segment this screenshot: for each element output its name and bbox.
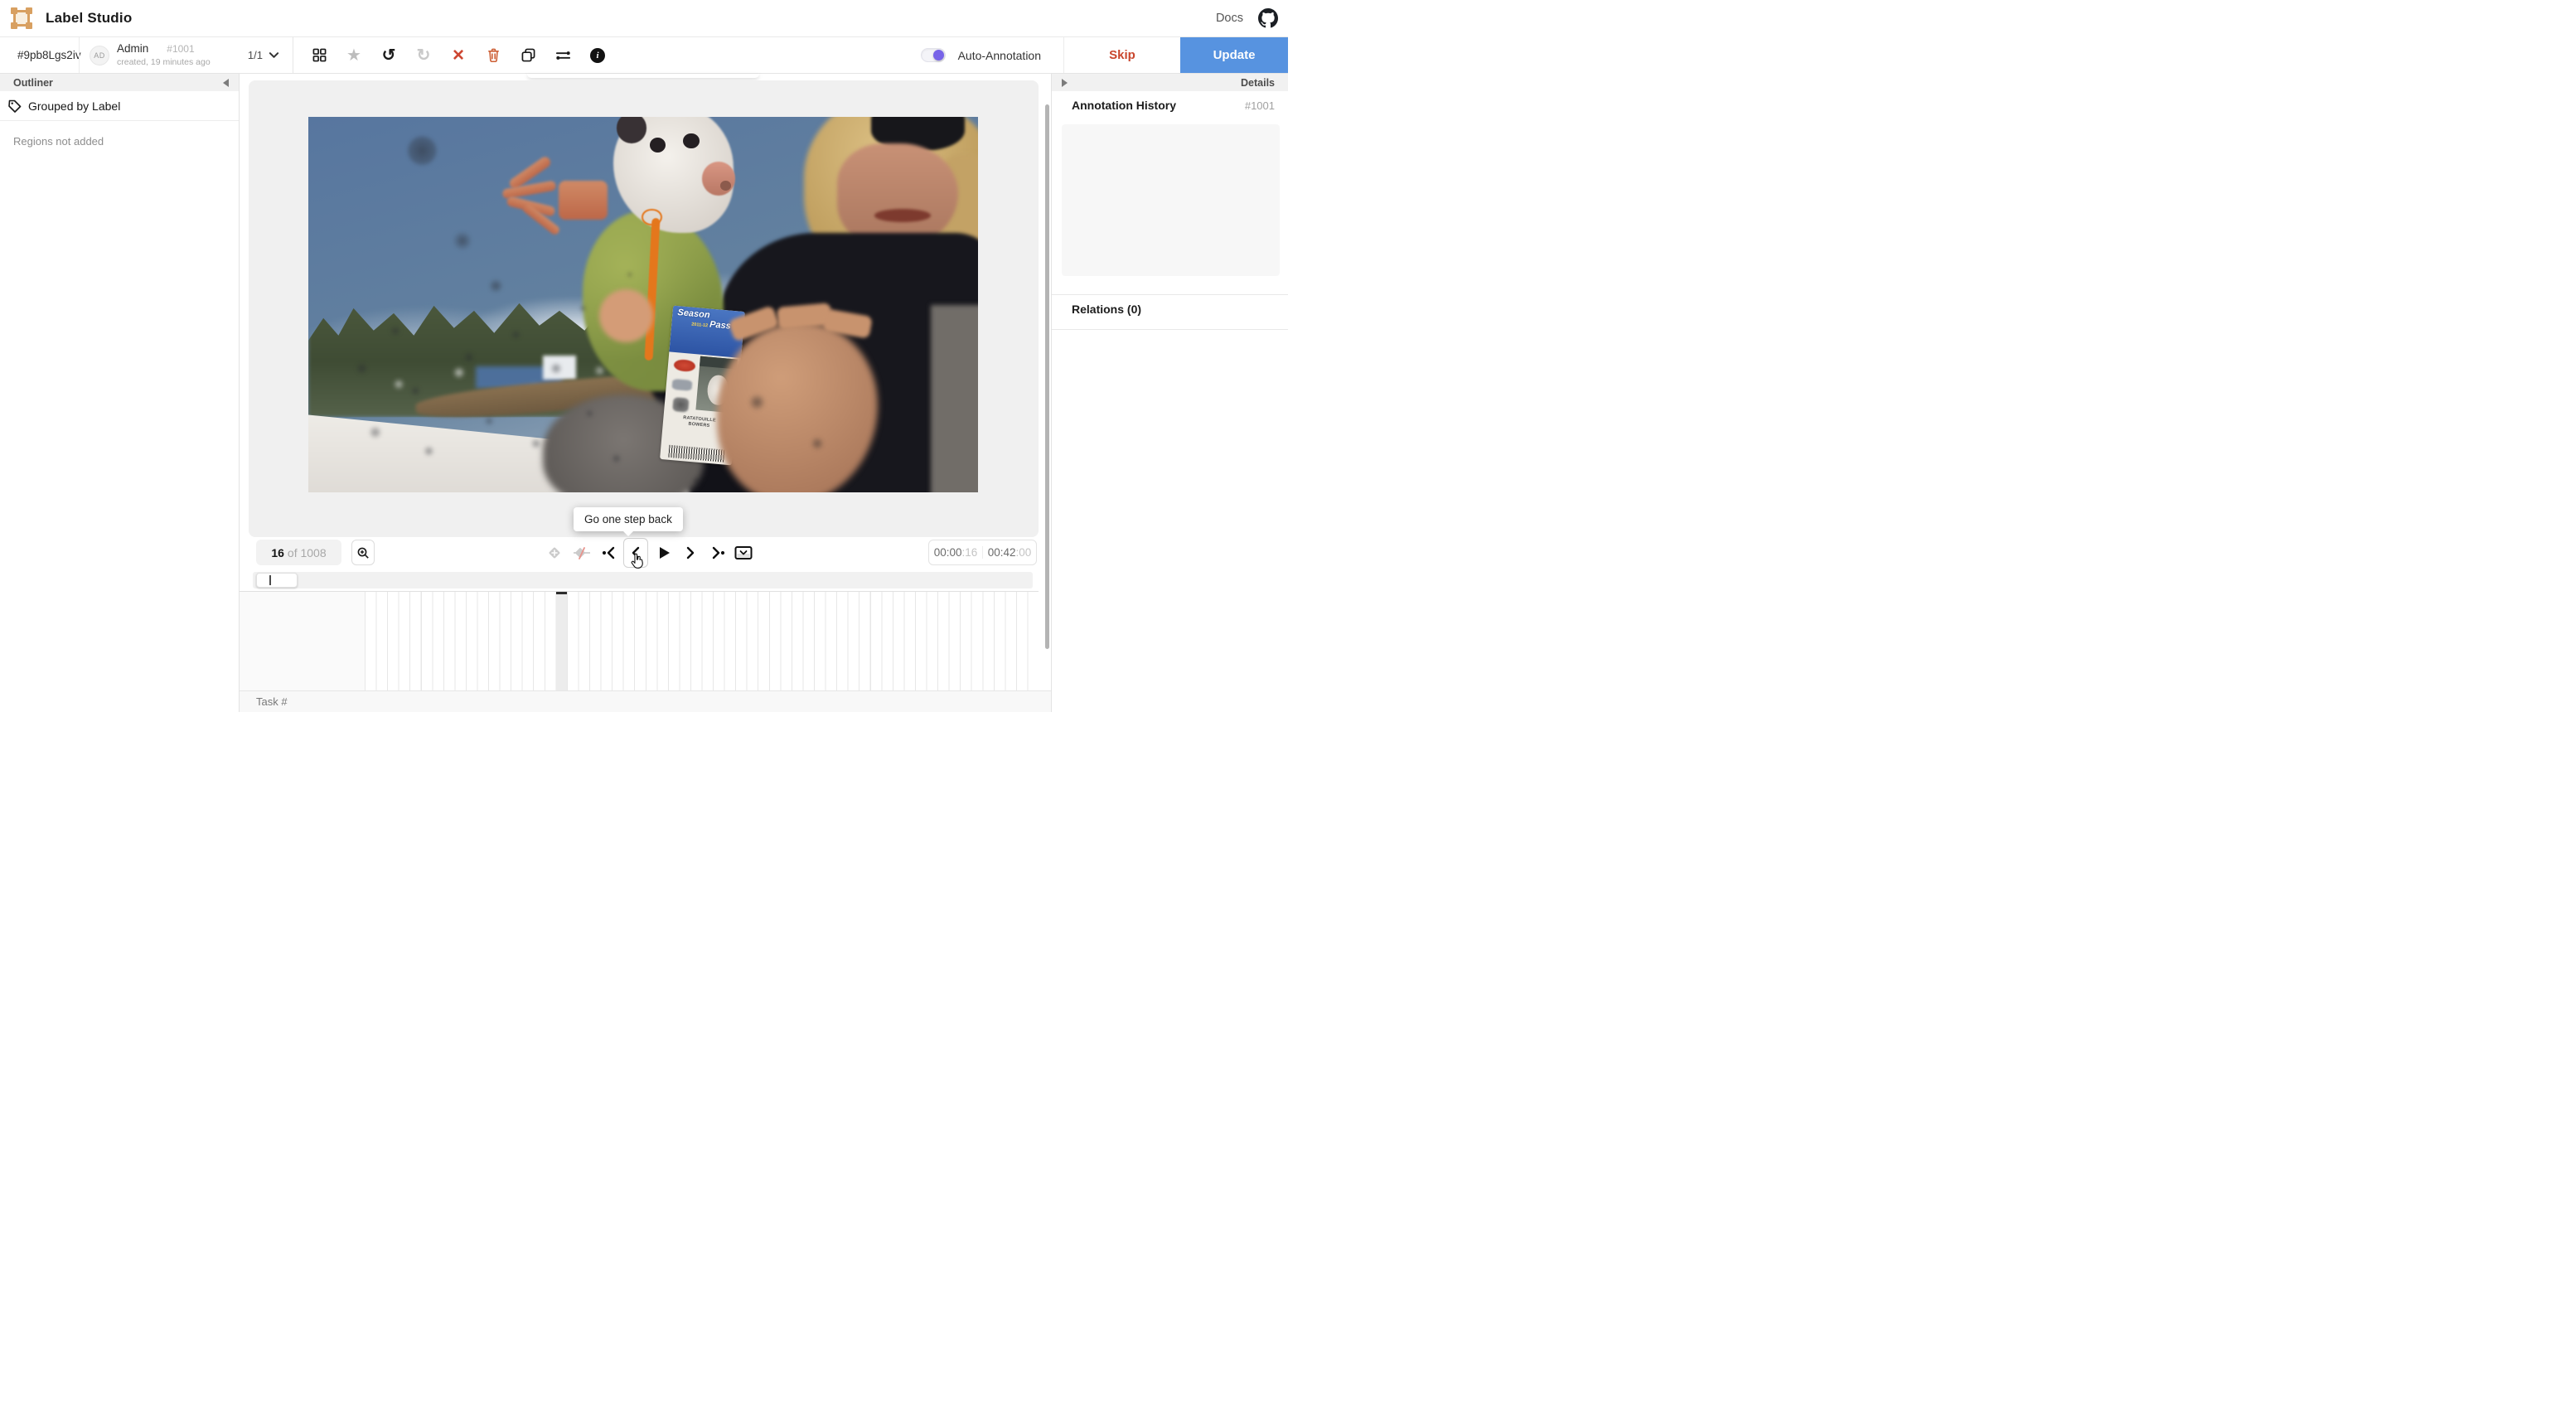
task-id: #9pb8Lgs2iv <box>0 49 79 61</box>
close-icon: × <box>453 46 464 65</box>
time-position-input[interactable]: 00:00:16 <box>929 546 982 559</box>
chevron-right-icon <box>684 545 697 560</box>
avatar: AD <box>90 46 109 65</box>
reset-button[interactable]: × <box>445 42 472 69</box>
timeline-frame-grid[interactable] <box>365 592 1039 691</box>
details-title: Details <box>1241 77 1275 89</box>
update-button[interactable]: Update <box>1180 37 1288 73</box>
group-mode-label: Grouped by Label <box>28 99 120 113</box>
label-studio-app: Label Studio Docs #9pb8Lgs2iv AD Admin #… <box>0 0 1288 712</box>
keyframe-cut-icon <box>573 545 591 561</box>
info-button[interactable]: i <box>584 42 611 69</box>
annotation-id: #1001 <box>167 43 194 56</box>
trash-icon <box>487 47 501 63</box>
task-footer: Task # <box>240 690 1051 712</box>
group-by-label-button[interactable]: Grouped by Label <box>0 91 239 121</box>
app-title: Label Studio <box>46 10 132 27</box>
info-icon: i <box>590 48 605 63</box>
magnifier-plus-icon <box>356 546 370 559</box>
vertical-scrollbar[interactable] <box>1045 104 1049 649</box>
play-icon <box>657 545 671 560</box>
add-keyframe-button[interactable] <box>544 538 565 568</box>
relations-section-label[interactable]: Relations (0) <box>1072 303 1141 316</box>
video-panel: Season 2011-12 Pass R <box>249 80 1039 537</box>
keyframe-next-icon <box>710 545 725 560</box>
remove-keyframe-button[interactable] <box>571 538 593 568</box>
seek-handle[interactable] <box>256 573 298 588</box>
content-area: Outliner Grouped by Label Regions not ad… <box>0 74 1288 712</box>
timeline-label-gutter <box>240 592 365 691</box>
next-keyframe-button[interactable] <box>707 538 729 568</box>
keyframe-add-icon <box>546 545 563 561</box>
details-panel: Details Annotation History #1001 Relatio… <box>1051 74 1288 712</box>
annotator-name: Admin <box>117 42 148 56</box>
star-icon: ★ <box>346 47 361 64</box>
annotation-created: created, 19 minutes ago <box>117 57 211 68</box>
docs-link[interactable]: Docs <box>1216 12 1243 25</box>
annotation-history-label[interactable]: Annotation History <box>1072 99 1176 112</box>
timeline-playhead[interactable] <box>556 592 567 691</box>
keyframe-previous-icon <box>602 545 617 560</box>
pager-count: 1/1 <box>248 49 263 61</box>
top-header: Label Studio Docs <box>0 0 1288 37</box>
regions-empty-message: Regions not added <box>13 135 104 148</box>
chevron-down-icon <box>269 51 279 59</box>
annotation-pager[interactable]: 1/1 <box>248 49 279 61</box>
annotation-toolbar: #9pb8Lgs2iv AD Admin #1001 created, 19 m… <box>0 37 1288 74</box>
chevron-left-icon <box>629 545 642 560</box>
duplicate-annotation-button[interactable] <box>515 42 541 69</box>
outliner-panel: Outliner Grouped by Label Regions not ad… <box>0 74 240 712</box>
main-annotation-area: Season 2011-12 Pass R <box>240 74 1051 712</box>
video-frame[interactable]: Season 2011-12 Pass R <box>308 117 978 492</box>
floating-toolbar-edge <box>527 74 759 78</box>
lens-spots <box>308 117 978 492</box>
copy-icon <box>521 48 535 62</box>
collapse-left-icon[interactable] <box>219 79 229 87</box>
redo-icon: ↻ <box>417 47 431 64</box>
total-frames: of 1008 <box>288 546 327 559</box>
time-duration-input[interactable]: 00:42:00 <box>982 546 1036 559</box>
time-display: 00:00:16 00:42:00 <box>928 540 1037 565</box>
panel-chevron-down-icon <box>734 545 753 560</box>
current-frame: 16 <box>271 546 284 559</box>
redo-button[interactable]: ↻ <box>410 42 437 69</box>
timeline[interactable] <box>240 591 1039 690</box>
label-studio-logo-icon <box>11 7 32 29</box>
step-back-button[interactable] <box>623 538 648 568</box>
swap-arrows-icon <box>555 50 571 61</box>
seek-playhead-line <box>269 575 271 585</box>
previous-keyframe-button[interactable] <box>598 538 620 568</box>
timeline-collapse-button[interactable] <box>733 538 754 568</box>
frame-counter-input[interactable]: 16 of 1008 <box>256 540 341 565</box>
star-ground-truth-button[interactable]: ★ <box>341 42 367 69</box>
settings-transfer-button[interactable] <box>550 42 576 69</box>
zoom-in-button[interactable] <box>351 540 375 565</box>
seek-track[interactable] <box>253 572 1033 588</box>
annotation-selector[interactable]: AD Admin #1001 created, 19 minutes ago 1… <box>80 42 293 68</box>
delete-annotation-button[interactable] <box>480 42 506 69</box>
auto-annotation-label: Auto-Annotation <box>958 49 1041 62</box>
annotation-history-placeholder <box>1062 124 1280 276</box>
skip-button[interactable]: Skip <box>1063 37 1180 73</box>
tooltip: Go one step back <box>574 507 683 531</box>
grid-view-button[interactable] <box>306 42 332 69</box>
step-forward-button[interactable] <box>680 538 701 568</box>
play-button[interactable] <box>653 538 675 568</box>
github-icon[interactable] <box>1258 8 1278 28</box>
outliner-title: Outliner <box>13 77 53 89</box>
undo-button[interactable]: ↺ <box>375 42 402 69</box>
undo-icon: ↺ <box>382 47 396 64</box>
collapse-right-icon[interactable] <box>1062 79 1072 87</box>
tag-icon <box>8 99 22 113</box>
annotation-history-id: #1001 <box>1245 99 1275 112</box>
auto-annotation-toggle[interactable] <box>921 48 946 62</box>
task-label: Task # <box>256 695 288 708</box>
